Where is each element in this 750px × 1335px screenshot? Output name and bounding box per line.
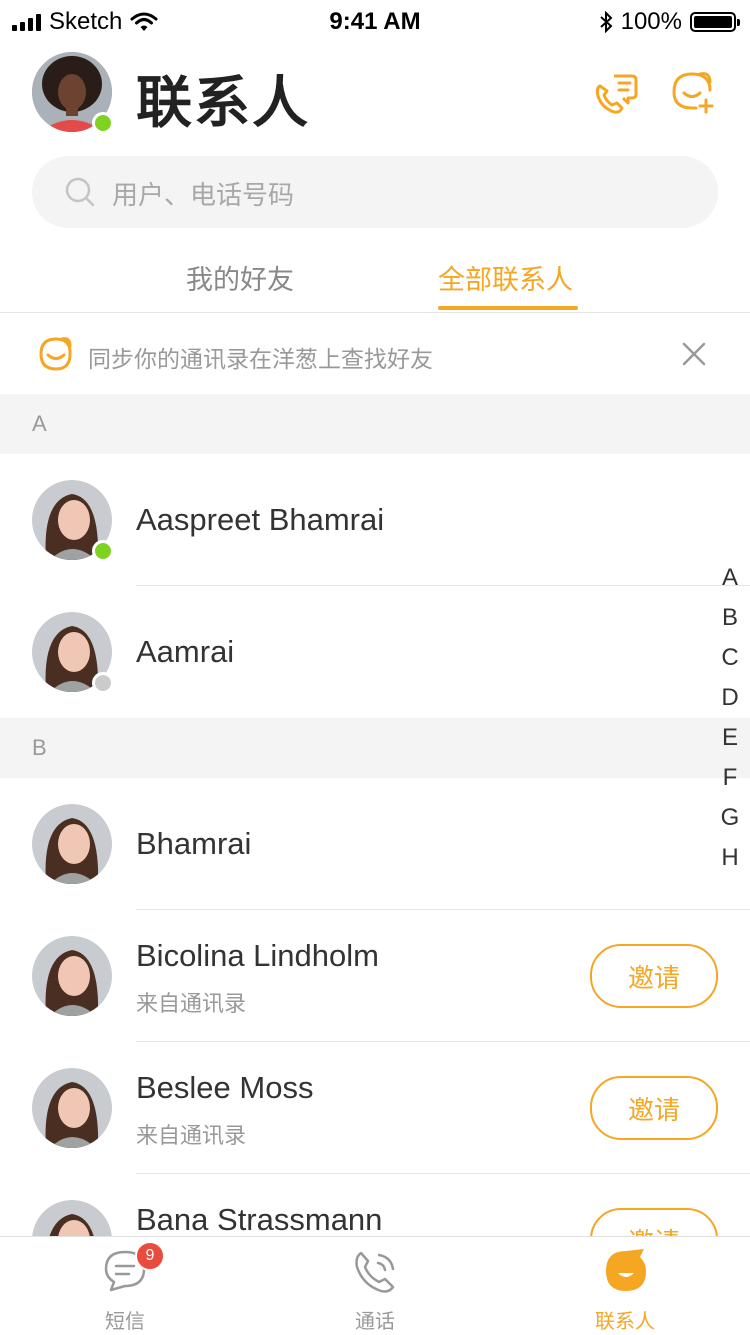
presence-online-dot — [92, 540, 114, 562]
phone-icon — [355, 1251, 395, 1293]
invite-button[interactable]: 邀请 — [590, 1208, 718, 1236]
sync-banner-text: 同步你的通讯录在洋葱上查找好友 — [88, 347, 433, 373]
avatar — [32, 804, 112, 884]
avatar — [32, 1068, 112, 1148]
contact-row[interactable]: Aamrai — [0, 586, 700, 718]
index-letter[interactable]: B — [712, 604, 748, 644]
avatar — [32, 936, 112, 1016]
contact-source: 来自通讯录 — [136, 1124, 247, 1149]
index-letter[interactable]: A — [712, 564, 748, 604]
unread-badge: 9 — [135, 1241, 165, 1271]
contact-name: Aamrai — [136, 634, 235, 669]
tab-bar: 9 短信 通话 联系人 — [0, 1236, 750, 1335]
contact-row[interactable]: Bana Strassmann 邀请 — [0, 1174, 750, 1236]
presence-offline-dot — [92, 672, 114, 694]
index-letter[interactable]: F — [712, 764, 748, 804]
bluetooth-icon — [599, 11, 613, 33]
search-icon — [65, 177, 95, 207]
add-contact-icon[interactable] — [668, 68, 716, 116]
tabbar-label: 联系人 — [595, 1309, 655, 1333]
tabbar-item-calls[interactable]: 通话 — [250, 1237, 500, 1335]
contact-row[interactable]: Bhamrai — [0, 778, 700, 910]
tab-active-indicator — [438, 306, 578, 310]
phone-chat-icon[interactable] — [592, 70, 640, 118]
invite-button[interactable]: 邀请 — [590, 1076, 718, 1140]
index-letter[interactable]: C — [712, 644, 748, 684]
sync-banner[interactable]: 同步你的通讯录在洋葱上查找好友 — [0, 314, 750, 394]
contact-name: Beslee Moss — [136, 1070, 314, 1105]
tabbar-label: 通话 — [355, 1309, 395, 1333]
index-letter[interactable]: E — [712, 724, 748, 764]
tabbar-item-contacts[interactable]: 联系人 — [500, 1237, 750, 1335]
contacts-icon — [606, 1249, 646, 1291]
tabbar-item-messages[interactable]: 9 短信 — [0, 1237, 250, 1335]
tabs-divider — [0, 312, 750, 313]
index-letter[interactable]: D — [712, 684, 748, 724]
tab-my-friends[interactable]: 我的好友 — [186, 258, 294, 297]
search-input[interactable]: 用户、电话号码 — [112, 175, 294, 212]
index-letter[interactable]: H — [712, 844, 748, 884]
invite-button[interactable]: 邀请 — [590, 944, 718, 1008]
status-right: 100% — [599, 8, 740, 36]
status-bar: Sketch 9:41 AM 100% — [0, 0, 750, 42]
tabbar-label: 短信 — [105, 1309, 145, 1333]
battery-percent: 100% — [620, 8, 682, 35]
my-presence-dot — [92, 112, 114, 134]
close-icon[interactable] — [680, 340, 708, 368]
tab-all-contacts[interactable]: 全部联系人 — [438, 258, 573, 297]
contact-name: Bhamrai — [136, 826, 252, 861]
contact-name: Bana Strassmann — [136, 1202, 383, 1236]
contact-row[interactable]: Bicolina Lindholm 来自通讯录 邀请 — [0, 910, 750, 1042]
contact-source: 来自通讯录 — [136, 992, 247, 1017]
battery-icon — [690, 12, 740, 32]
avatar — [32, 1200, 112, 1236]
contact-row[interactable]: Aaspreet Bhamrai — [0, 454, 700, 586]
index-letter[interactable]: G — [712, 804, 748, 844]
section-header-b: B — [0, 718, 750, 778]
contact-name: Aaspreet Bhamrai — [136, 502, 385, 537]
section-header-a: A — [0, 394, 750, 454]
onion-logo-icon — [39, 337, 72, 371]
section-letter: B — [32, 735, 47, 760]
contact-name: Bicolina Lindholm — [136, 938, 379, 973]
search-bar[interactable]: 用户、电话号码 — [32, 156, 718, 228]
alphabet-index[interactable]: A B C D E F G H — [712, 564, 748, 884]
page-title: 联系人 — [136, 71, 310, 136]
contact-row[interactable]: Beslee Moss 来自通讯录 邀请 — [0, 1042, 750, 1174]
section-letter: A — [32, 411, 47, 436]
